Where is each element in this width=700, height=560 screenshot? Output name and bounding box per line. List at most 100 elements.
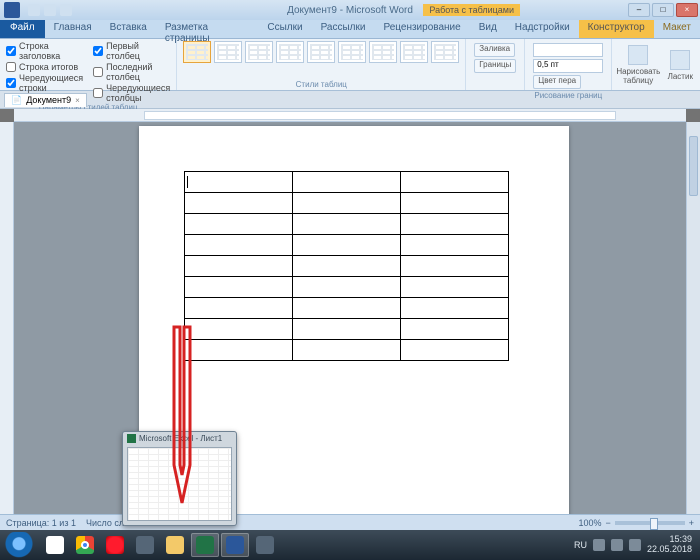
shading-button[interactable]: Заливка	[474, 43, 515, 57]
excel-icon	[196, 536, 214, 554]
maximize-button[interactable]: □	[652, 3, 674, 17]
tab-review[interactable]: Рецензирование	[374, 20, 469, 38]
table-style-thumb[interactable]	[276, 41, 304, 63]
draw-table-button[interactable]: Нарисовать таблицу	[618, 41, 658, 89]
qat-undo-icon[interactable]	[44, 4, 56, 16]
group-label: Стили таблиц	[183, 80, 459, 89]
group-label: Рисование границ	[531, 91, 605, 100]
taskbar-app[interactable]	[131, 533, 159, 557]
horizontal-ruler[interactable]	[14, 109, 686, 122]
taskbar-preview-excel[interactable]: Microsoft Excel - Лист1	[122, 431, 237, 526]
app-icon	[136, 536, 154, 554]
status-bar: Страница: 1 из 1 Число слов: 0 100% − +	[0, 514, 700, 530]
tab-insert[interactable]: Вставка	[101, 20, 156, 38]
check-first-col[interactable]: Первый столбец	[93, 41, 170, 61]
tray-flag-icon[interactable]	[629, 539, 641, 551]
yandex-icon	[46, 536, 64, 554]
tray-sound-icon[interactable]	[611, 539, 623, 551]
opera-icon	[106, 536, 124, 554]
document-area	[0, 122, 700, 530]
table-style-gallery[interactable]	[183, 41, 459, 63]
check-header-row[interactable]: Строка заголовка	[6, 41, 83, 61]
system-tray: RU 15:39 22.05.2018	[574, 535, 698, 555]
scrollbar-thumb[interactable]	[689, 136, 698, 196]
windows-taskbar: RU 15:39 22.05.2018	[0, 530, 700, 560]
taskbar-opera[interactable]	[101, 533, 129, 557]
taskbar-excel[interactable]	[191, 533, 219, 557]
zoom-value[interactable]: 100%	[578, 518, 601, 528]
tab-page-layout[interactable]: Разметка страницы	[156, 20, 259, 38]
close-doc-icon[interactable]: ×	[75, 96, 80, 105]
check-banded-cols[interactable]: Чередующиеся столбцы	[93, 83, 170, 103]
tray-clock[interactable]: 15:39 22.05.2018	[647, 535, 692, 555]
app-icon	[4, 2, 20, 18]
table-style-thumb[interactable]	[245, 41, 273, 63]
line-style-combo[interactable]	[533, 43, 603, 57]
tab-file[interactable]: Файл	[0, 20, 45, 38]
preview-title: Microsoft Excel - Лист1	[139, 434, 222, 443]
ribbon-group-shading-borders: Заливка Границы	[466, 39, 525, 90]
title-bar: Документ9 - Microsoft Word Работа с табл…	[0, 0, 700, 20]
borders-button[interactable]: Границы	[474, 59, 516, 73]
tab-mailings[interactable]: Рассылки	[312, 20, 375, 38]
minimize-button[interactable]: –	[628, 3, 650, 17]
check-total-row[interactable]: Строка итогов	[6, 62, 83, 72]
taskbar-yandex[interactable]	[41, 533, 69, 557]
taskbar-app2[interactable]	[251, 533, 279, 557]
preview-thumbnail[interactable]	[127, 447, 232, 521]
table-style-thumb[interactable]	[338, 41, 366, 63]
zoom-in-button[interactable]: +	[689, 518, 694, 528]
tab-home[interactable]: Главная	[45, 20, 101, 38]
chrome-icon	[76, 536, 94, 554]
tray-network-icon[interactable]	[593, 539, 605, 551]
table-style-thumb[interactable]	[400, 41, 428, 63]
table-style-thumb[interactable]	[307, 41, 335, 63]
folder-icon	[166, 536, 184, 554]
check-last-col[interactable]: Последний столбец	[93, 62, 170, 82]
close-button[interactable]: ×	[676, 3, 698, 17]
tab-layout[interactable]: Макет	[654, 20, 700, 38]
ribbon-group-style-options: Строка заголовка Строка итогов Чередующи…	[0, 39, 177, 90]
qat-save-icon[interactable]	[28, 4, 40, 16]
tab-design[interactable]: Конструктор	[579, 20, 654, 38]
table-style-thumb[interactable]	[183, 41, 211, 63]
word-doc-icon: 📄	[11, 95, 22, 106]
table-style-thumb[interactable]	[369, 41, 397, 63]
tab-view[interactable]: Вид	[470, 20, 506, 38]
vertical-scrollbar[interactable]	[686, 122, 700, 530]
zoom-out-button[interactable]: −	[605, 518, 610, 528]
zoom-controls: 100% − +	[578, 518, 694, 528]
ribbon-group-draw-borders: 0,5 пт Цвет пера Рисование границ	[525, 39, 612, 90]
eraser-icon	[670, 50, 690, 70]
taskbar-chrome[interactable]	[71, 533, 99, 557]
eraser-button[interactable]: Ластик	[660, 41, 700, 89]
window-controls: – □ ×	[628, 3, 698, 17]
taskbar-explorer[interactable]	[161, 533, 189, 557]
vertical-ruler[interactable]	[0, 122, 14, 530]
ribbon-tabs: Файл Главная Вставка Разметка страницы С…	[0, 20, 700, 39]
table-style-thumb[interactable]	[431, 41, 459, 63]
qat-redo-icon[interactable]	[60, 4, 72, 16]
window-title: Документ9 - Microsoft Word	[287, 5, 413, 16]
status-page[interactable]: Страница: 1 из 1	[6, 518, 76, 528]
tab-addins[interactable]: Надстройки	[506, 20, 579, 38]
line-weight-combo[interactable]: 0,5 пт	[533, 59, 603, 73]
pen-color-button[interactable]: Цвет пера	[533, 75, 581, 89]
page-viewport[interactable]	[14, 122, 700, 530]
document-table[interactable]	[184, 171, 509, 361]
taskbar-word[interactable]	[221, 533, 249, 557]
ribbon: Строка заголовка Строка итогов Чередующи…	[0, 39, 700, 91]
tray-lang[interactable]: RU	[574, 540, 587, 550]
pencil-icon	[628, 45, 648, 65]
start-button[interactable]	[2, 532, 36, 558]
tab-references[interactable]: Ссылки	[258, 20, 311, 38]
document-tab[interactable]: 📄 Документ9 ×	[4, 93, 87, 107]
app-icon	[256, 536, 274, 554]
zoom-slider[interactable]	[615, 521, 685, 525]
ribbon-group-tools: Нарисовать таблицу Ластик	[612, 39, 700, 90]
quick-access-toolbar[interactable]	[28, 4, 72, 16]
ribbon-group-table-styles: Стили таблиц	[177, 39, 466, 90]
word-icon	[226, 536, 244, 554]
table-style-thumb[interactable]	[214, 41, 242, 63]
check-banded-rows[interactable]: Чередующиеся строки	[6, 73, 83, 93]
